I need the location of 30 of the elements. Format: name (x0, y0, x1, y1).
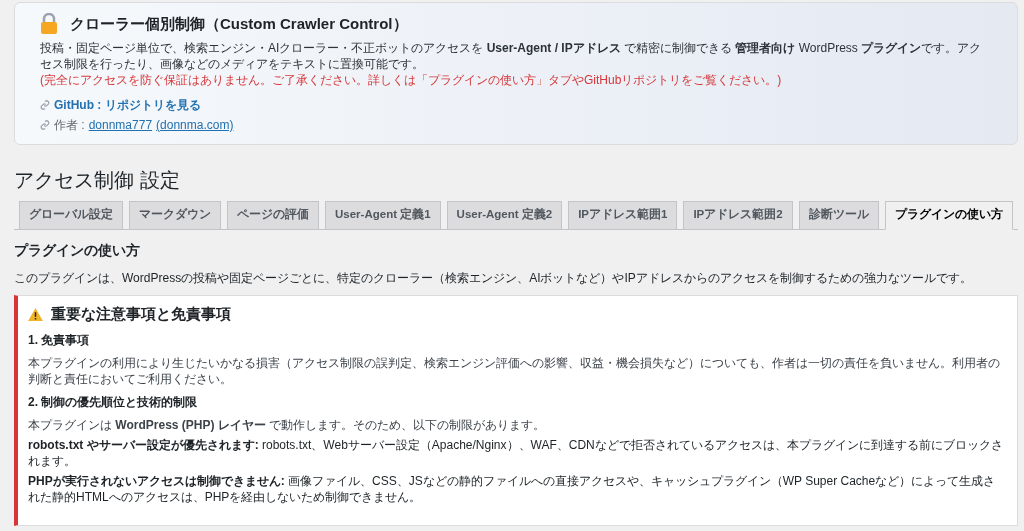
notice-title: 重要な注意事項と免責事項 (51, 304, 231, 324)
author-link[interactable]: donnma777 (88, 115, 153, 134)
notice-paragraph: 本プラグインの利用により生じたいかなる損害（アクセス制限の誤判定、検索エンジン評価への影響、収益・機会損失など）についても、作者は一切の責任を負いません。利用者の判断と責任においてご利用ください。 (28, 355, 1001, 388)
tab[interactable]: User-Agent 定義2 (446, 200, 563, 229)
plugin-description: 投稿・固定ページ単位で、検索エンジン・AIクローラー・不正ボットのアクセスを User-Agent / IPアドレス で精密に制御できる 管理者向け WordPress プラグインです。アクセス制限を行ったり、画像などのメディアをテキストに置換可能です。 (40, 39, 983, 72)
tab[interactable]: IPアドレス範囲2 (683, 200, 793, 229)
author-label: 作者 : (54, 116, 85, 134)
section-title: プラグインの使い方 (14, 240, 141, 260)
notice-item: robots.txt やサーバー設定が優先されます: robots.txt、Webサーバー設定（Apache/Nginx）、WAF、CDNなどで拒否されているアクセスは、本プラグインに到達する前にブロックされます。 (28, 437, 1004, 470)
tab[interactable]: ページの評価 (227, 200, 319, 229)
plugin-title: クローラー個別制御（Custom Crawler Control） (70, 14, 408, 34)
link-icon (40, 99, 50, 110)
tab[interactable]: 診断ツール (798, 200, 879, 229)
padlock-icon (40, 13, 58, 36)
tab[interactable]: プラグインの使い方 (884, 200, 1013, 230)
link-icon (40, 119, 50, 130)
notice-heading: 2. 制御の優先順位と技術的制限 (28, 394, 199, 412)
github-link[interactable]: GitHub : リポジトリを見る (54, 95, 201, 114)
tab[interactable]: IPアドレス範囲1 (568, 200, 678, 229)
warning-icon (28, 307, 43, 321)
author-site-link[interactable]: (donnma.com) (156, 115, 234, 134)
tab[interactable]: マークダウン (129, 200, 221, 229)
notice-paragraph: 本プラグインは WordPress (PHP) レイヤー で動作します。そのため、以下の制限があります。 (28, 417, 547, 434)
page-title: アクセス制御 設定 (14, 167, 181, 193)
notice-heading: 1. 免責事項 (28, 332, 91, 350)
tab[interactable]: User-Agent 定義1 (325, 200, 441, 229)
notice-item: PHPが実行されないアクセスは制御できません: 画像ファイル、CSS、JSなどの静的ファイルへの直接アクセスや、キャッシュプラグイン（WP Super Cacheなど）によって生成された静的HTMLへのアクセスは、PHPを経由しないため制御できません。 (28, 473, 997, 506)
intro-text: このプラグインは、WordPressの投稿や固定ページごとに、特定のクローラー（検索エンジン、AIボットなど）やIPアドレスからのアクセスを制御するための強力なツールです。 (14, 269, 973, 287)
warning-text: (完全にアクセスを防ぐ保証はありません。ご了承ください。詳しくは「プラグインの使い方」タブやGitHubリポジトリをご覧ください。) (40, 71, 783, 88)
tab[interactable]: グローバル設定 (19, 200, 123, 229)
